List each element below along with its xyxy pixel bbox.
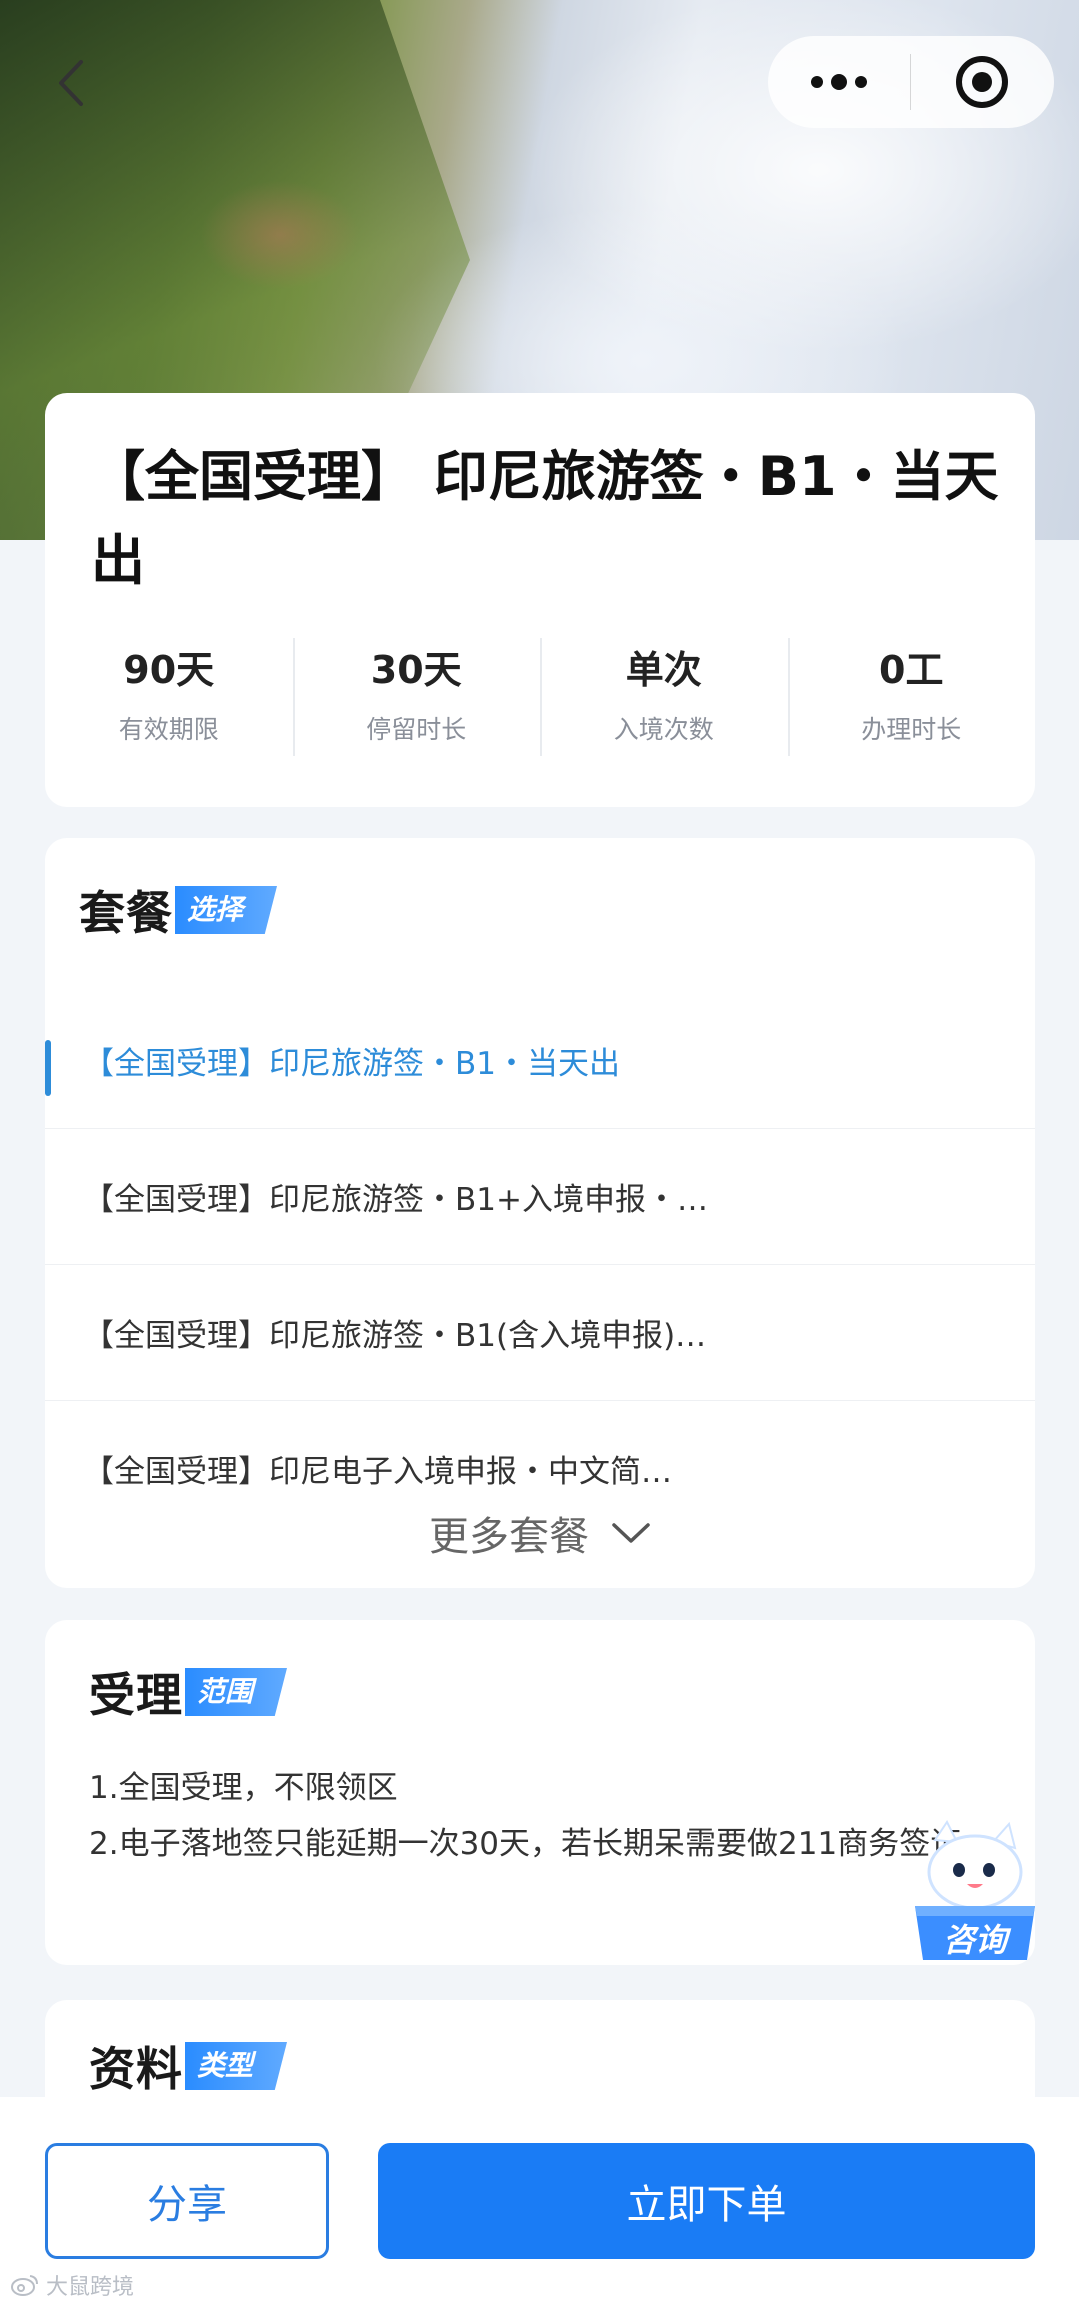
package-card: 套餐 选择 【全国受理】印尼旅游签・B1・当天出 【全国受理】印尼旅游签・B1+… bbox=[45, 838, 1035, 1588]
scope-card: 受理 范围 1.全国受理，不限领区 2.电子落地签只能延期一次30天，若长期呆需… bbox=[45, 1620, 1035, 1965]
stat-label: 办理时长 bbox=[861, 715, 962, 744]
back-button[interactable] bbox=[50, 58, 90, 108]
stat-processing: 0工 办理时长 bbox=[787, 638, 1036, 763]
scope-line-2: 2.电子落地签只能延期一次30天，若长期呆需要做211商务签证 bbox=[89, 1826, 962, 1862]
stat-label: 入境次数 bbox=[613, 715, 714, 744]
package-list: 【全国受理】印尼旅游签・B1・当天出 【全国受理】印尼旅游签・B1+入境申报・…… bbox=[45, 993, 1035, 1536]
page: 【全国受理】 印尼旅游签・B1・当天出 90天 有效期限 30天 停留时长 单次… bbox=[0, 0, 1079, 2307]
stat-value: 90天 bbox=[123, 648, 215, 692]
more-packages-label: 更多套餐 bbox=[429, 1514, 589, 1560]
mini-program-capsule bbox=[768, 36, 1054, 128]
stat-value: 30天 bbox=[370, 648, 462, 692]
package-heading: 套餐 选择 bbox=[79, 880, 278, 940]
consult-label: 咨询 bbox=[942, 1921, 1007, 1959]
materials-heading: 资料 类型 bbox=[89, 2036, 288, 2096]
materials-heading-main: 资料 bbox=[89, 2042, 183, 2096]
package-heading-main: 套餐 bbox=[79, 886, 173, 940]
more-button[interactable] bbox=[768, 36, 910, 128]
weibo-icon bbox=[11, 2275, 38, 2296]
watermark: 大鼠跨境 bbox=[10, 2270, 134, 2300]
chevron-down-icon bbox=[612, 1523, 650, 1543]
more-dots-icon bbox=[811, 74, 867, 90]
target-icon bbox=[956, 56, 1008, 108]
materials-heading-tag: 类型 bbox=[185, 2042, 288, 2090]
more-packages-button[interactable]: 更多套餐 bbox=[45, 1498, 1035, 1568]
scope-line-1: 1.全国受理，不限领区 bbox=[89, 1770, 398, 1806]
scope-description: 1.全国受理，不限领区 2.电子落地签只能延期一次30天，若长期呆需要做211商… bbox=[89, 1760, 1019, 1872]
share-button[interactable]: 分享 bbox=[45, 2143, 329, 2259]
stat-label: 有效期限 bbox=[118, 715, 219, 744]
stat-label: 停留时长 bbox=[366, 715, 467, 744]
watermark-text: 大鼠跨境 bbox=[46, 2275, 135, 2300]
package-option[interactable]: 【全国受理】印尼旅游签・B1+入境申报・… bbox=[45, 1129, 1035, 1265]
consult-button[interactable]: 咨询 bbox=[905, 1820, 1045, 1965]
scope-heading-main: 受理 bbox=[89, 1668, 183, 1722]
stat-validity: 90天 有效期限 bbox=[45, 638, 293, 763]
hero-village bbox=[200, 180, 360, 290]
stat-stay: 30天 停留时长 bbox=[292, 638, 541, 763]
product-stats: 90天 有效期限 30天 停留时长 单次 入境次数 0工 办理时长 bbox=[45, 638, 1035, 763]
stat-value: 单次 bbox=[625, 648, 702, 692]
order-now-button[interactable]: 立即下单 bbox=[378, 2143, 1035, 2259]
scope-heading: 受理 范围 bbox=[89, 1662, 288, 1722]
chevron-left-icon bbox=[59, 60, 83, 106]
close-program-button[interactable] bbox=[911, 36, 1053, 128]
bottom-action-bar: 分享 立即下单 bbox=[0, 2097, 1079, 2307]
stat-value: 0工 bbox=[879, 648, 944, 692]
scope-heading-tag: 范围 bbox=[185, 1668, 288, 1716]
product-summary-card: 【全国受理】 印尼旅游签・B1・当天出 90天 有效期限 30天 停留时长 单次… bbox=[45, 393, 1035, 807]
package-heading-tag: 选择 bbox=[175, 886, 278, 934]
stat-entries: 单次 入境次数 bbox=[540, 638, 788, 763]
package-option-selected[interactable]: 【全国受理】印尼旅游签・B1・当天出 bbox=[45, 993, 1035, 1129]
product-title: 【全国受理】 印尼旅游签・B1・当天出 bbox=[91, 445, 999, 592]
package-option[interactable]: 【全国受理】印尼旅游签・B1(含入境申报)… bbox=[45, 1265, 1035, 1401]
